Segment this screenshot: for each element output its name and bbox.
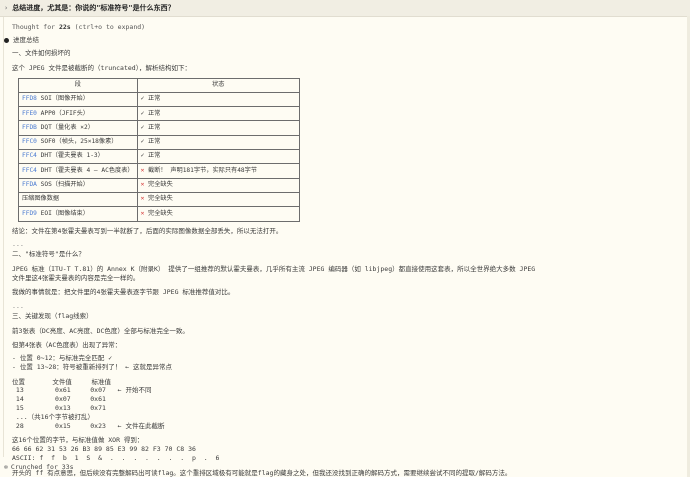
segment-status-cell: ✓ 正常: [136, 120, 301, 136]
list-item: - 位置 0~12：与标准完全匹配 ✓: [12, 354, 113, 363]
segment-status-cell: ✓ 正常: [136, 134, 301, 151]
segment-status: 正常: [144, 138, 161, 146]
segment-marker: FFDA: [22, 181, 37, 189]
left-gutter-rule: [3, 17, 4, 457]
thought-prefix: Thought for: [12, 23, 59, 31]
diff-row: 14 0x07 0x61: [12, 395, 106, 404]
section-heading-1: 一、文件如何损坏的: [12, 49, 71, 57]
separator: ---: [12, 241, 24, 250]
segment-name-cell: 压缩图像数据: [18, 191, 138, 208]
prompt-text: 总结进度，尤其是：你说的"标准符号"是什么东西？: [12, 4, 175, 12]
segment-status: 正常: [144, 109, 161, 117]
segment-marker: FFE0: [22, 109, 37, 117]
segment-status-cell: ✕ 完全缺失: [136, 177, 301, 193]
diff-rows: 13 0x61 0x07 ← 开始不同 14 0x07 0x61 15 0x13…: [12, 386, 684, 430]
thought-summary[interactable]: Thought for 22s (ctrl+o to expand): [12, 23, 145, 32]
segment-name: 压缩图像数据: [22, 195, 60, 203]
table-row: FFD8 SOI（图像开始） ✓ 正常: [18, 91, 301, 108]
segment-status-cell: ✕ 完全缺失: [136, 206, 301, 222]
table-row: FFC4 DHT（霍夫曼表 4 — AC色度表） ✕ 截断！ 声明181字节，实际…: [18, 163, 301, 179]
segment-name: SOS（扫描开始）: [36, 181, 89, 189]
segment-status-cell: ✕ 截断！ 声明181字节，实际只有48字节: [136, 163, 301, 179]
table-row: FFD9 EOI（图像结束） ✕ 完全缺失: [18, 206, 301, 222]
segment-name-cell: FFDA SOS（扫描开始）: [18, 177, 138, 193]
segment-name: DQT（量化表 ×2）: [36, 123, 94, 131]
user-prompt: › 总结进度，尤其是：你说的"标准符号"是什么东西？: [4, 4, 175, 13]
segment-name: DHT（霍夫曼表 4 — AC色度表）: [36, 166, 134, 174]
segment-marker: FFDB: [22, 123, 37, 131]
segment-name-cell: FFC4 DHT（霍夫曼表 1-3）: [18, 149, 138, 165]
section-2-paragraph-1a: JPEG 标准（ITU-T T.81）的 Annex K（附录K） 提供了一组推…: [12, 264, 536, 273]
section-2-paragraph-2: 我做的事情就是：把文件里的4张霍夫曼表逐字节跟 JPEG 标准推荐值对比。: [12, 288, 235, 297]
segment-marker: FFD8: [22, 95, 37, 103]
section-3-paragraph-2: 但第4张表（AC色度表）出现了异常：: [12, 341, 122, 350]
segment-status: 正常: [144, 95, 161, 103]
table-row: FFC0 SOF0（帧头，25×18像素） ✓ 正常: [18, 134, 301, 151]
segment-status-cell: ✓ 正常: [136, 106, 301, 122]
table-row: FFE0 APP0（JFIF头） ✓ 正常: [18, 106, 301, 122]
segment-status: 完全缺失: [144, 181, 173, 189]
xor-ascii: ASCII: f f b 1 S & . . . . . . . p . 6: [12, 453, 220, 462]
table-row: 压缩图像数据 ✕ 完全缺失: [18, 191, 301, 208]
segment-status: 正常: [144, 152, 161, 160]
segment-name-cell: FFDB DQT（量化表 ×2）: [18, 120, 138, 136]
section-heading-3: 三、关键发现（flag线索）: [12, 311, 93, 320]
conclusion-text: 结论：文件在第4张霍夫曼表写到一半就断了，后面的实际图像数据全部丢失，所以无法打…: [12, 226, 283, 235]
segment-name: EOI（图像结束）: [36, 209, 89, 217]
segment-status: 完全缺失: [144, 209, 173, 217]
bullet-dot-icon: [4, 37, 9, 43]
segment-status-cell: ✕ 完全缺失: [136, 191, 301, 208]
thought-expand-hint: (ctrl+o to expand): [70, 23, 146, 31]
table-row: FFC4 DHT（霍夫曼表 1-3） ✓ 正常: [18, 149, 301, 165]
crunched-status: ✻ Crunched for 33s: [4, 463, 74, 472]
list-item: - 位置 13~28：符号被重新排列了！ ← 这就是异常点: [12, 362, 173, 371]
segment-status: 完全缺失: [144, 195, 173, 203]
diff-row: 28 0x15 0x23 ← 文件在此截断: [12, 421, 165, 430]
segment-name: APP0（JFIF头）: [36, 109, 89, 117]
segment-marker: FFC0: [22, 138, 37, 146]
segment-name: SOF0（帧头，25×18像素）: [36, 138, 118, 146]
xor-hex: 66 66 62 31 53 26 B3 89 85 E3 99 82 F3 7…: [12, 445, 196, 454]
segment-name-cell: FFE0 APP0（JFIF头）: [18, 106, 138, 122]
progress-title: 进度总结: [13, 36, 39, 44]
segment-name: DHT（霍夫曼表 1-3）: [36, 152, 104, 160]
segment-name-cell: FFC0 SOF0（帧头，25×18像素）: [18, 134, 138, 151]
prompt-chevron-icon: ›: [4, 4, 9, 12]
segment-name-cell: FFD9 EOI（图像结束）: [18, 206, 138, 222]
table-header: 状态: [136, 77, 301, 93]
diff-row: ...（共16个字节被打乱）: [12, 412, 94, 421]
diff-row: 15 0x13 0x71: [12, 403, 106, 412]
segment-marker: FFD9: [22, 209, 37, 217]
table-header-row: 段 状态: [18, 77, 301, 93]
segment-status: 正常: [144, 123, 161, 131]
thought-duration: 22s: [58, 23, 71, 31]
segment-status-cell: ✓ 正常: [136, 149, 301, 165]
segment-name-cell: FFC4 DHT（霍夫曼表 4 — AC色度表）: [18, 163, 138, 179]
final-paragraph: 开头的 ff 有点意思，但后续没有完整解码出可读flag。这个重排区域极有可能就…: [12, 468, 512, 477]
segment-status-cell: ✓ 正常: [136, 91, 301, 108]
crunched-text: Crunched for 33s: [10, 463, 74, 471]
segment-status: 截断！ 声明181字节，实际只有48字节: [144, 166, 258, 174]
segment-table: 段 状态 FFD8 SOI（图像开始） ✓ 正常 FFE0 APP0（JFIF头） ✓…: [18, 77, 301, 222]
separator: ---: [12, 303, 24, 312]
section-2-paragraph-1b: 文件里这4张霍夫曼表的内容是完全一样的。: [12, 273, 140, 282]
segment-name-cell: FFD8 SOI（图像开始）: [18, 91, 138, 108]
section-1-intro: 这个 JPEG 文件是被截断的（truncated），解析结构如下：: [12, 63, 191, 72]
segment-name: SOI（图像开始）: [36, 95, 89, 103]
table-header: 段: [18, 77, 138, 93]
progress-bullet: 进度总结: [4, 36, 39, 45]
xor-intro: 这16个位置的字节，与标准值做 XOR 得到：: [12, 436, 144, 445]
section-heading-2: 二、"标准符号"是什么？: [12, 250, 85, 259]
table-row: FFDA SOS（扫描开始） ✕ 完全缺失: [18, 177, 301, 193]
user-prompt-bar: › 总结进度，尤其是：你说的"标准符号"是什么东西？: [0, 0, 690, 17]
segment-marker: FFC4: [22, 152, 37, 160]
diff-row: 13 0x61 0x07 ← 开始不同: [12, 386, 152, 395]
section-3-paragraph-1: 前3张表（DC亮度、AC亮度、DC色度）全部与标准完全一致。: [12, 326, 189, 335]
segment-marker: FFC4: [22, 166, 37, 174]
response-body: 一、文件如何损坏的 这个 JPEG 文件是被截断的（truncated），解析结…: [12, 49, 684, 477]
asterisk-icon: ✻: [4, 463, 8, 471]
table-row: FFDB DQT（量化表 ×2） ✓ 正常: [18, 120, 301, 136]
